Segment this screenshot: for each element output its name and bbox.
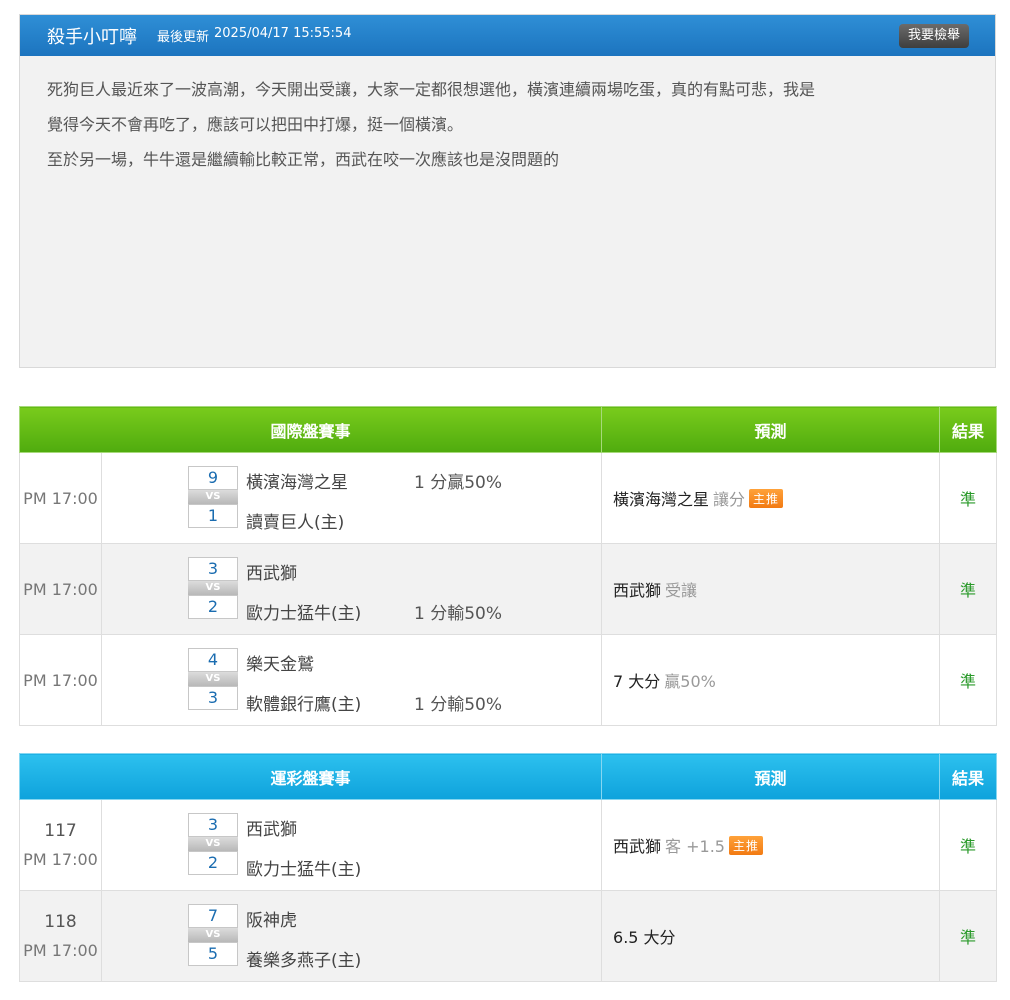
game-number: 118 xyxy=(44,912,77,932)
prediction-pick: 7 大分 xyxy=(613,672,661,691)
match-cell: 7 VS 5 阪神虎 養樂多燕子(主) xyxy=(100,890,603,982)
intl-header-pred: 預測 xyxy=(601,406,941,453)
result-label: 準 xyxy=(960,672,977,691)
report-button[interactable]: 我要檢舉 xyxy=(898,24,969,48)
post-header: 殺手小叮嚀 最後更新 2025/04/17 15:55:54 我要檢舉 xyxy=(20,15,995,56)
table-row: 117 PM 17:00 3 VS 2 西武獅 歐力士猛牛(主) 西武獅客 +1… xyxy=(19,799,998,891)
team-away: 橫濱海灣之星 xyxy=(246,473,348,493)
result-label: 準 xyxy=(960,490,977,509)
match-time: PM 17:00 xyxy=(23,941,98,960)
score-home: 2 xyxy=(188,595,238,619)
odds-home: 1 分輸50% xyxy=(414,604,503,624)
match-cell: 3 VS 2 西武獅 歐力士猛牛(主) xyxy=(100,799,603,891)
prediction-pick: 西武獅 xyxy=(613,837,662,856)
odds-home: 1 分輸50% xyxy=(414,695,503,715)
prediction-cell: 西武獅客 +1.5 主推 xyxy=(601,799,941,891)
featured-badge: 主推 xyxy=(728,836,763,855)
team-away: 西武獅 xyxy=(246,820,297,840)
vs-label: VS xyxy=(188,928,238,942)
last-updated: 最後更新 2025/04/17 15:55:54 xyxy=(157,26,351,45)
prediction-cell: 西武獅 受讓 xyxy=(601,543,941,635)
prediction-type: 受讓 xyxy=(665,581,698,600)
author-name[interactable]: 殺手小叮嚀 xyxy=(47,23,137,49)
post-line: 覺得今天不會再吃了，應該可以把田中打爆，挺一個橫濱。 xyxy=(47,115,464,134)
vs-label: VS xyxy=(188,490,238,504)
score-home: 5 xyxy=(188,942,238,966)
post-panel: 殺手小叮嚀 最後更新 2025/04/17 15:55:54 我要檢舉 死狗巨人… xyxy=(19,14,996,368)
team-home: 養樂多燕子(主) xyxy=(246,951,362,971)
team-home: 讀賣巨人(主) xyxy=(246,513,345,533)
sports-header-pred: 預測 xyxy=(601,753,941,800)
prediction-pick: 6.5 大分 xyxy=(613,928,676,947)
result-label: 準 xyxy=(960,928,977,947)
match-cell: 9 VS 1 橫濱海灣之星 讀賣巨人(主) 1 分贏50% xyxy=(100,452,603,544)
prediction-cell: 6.5 大分 xyxy=(601,890,941,982)
prediction-cell: 橫濱海灣之星 讓分 主推 xyxy=(601,452,941,544)
last-updated-label: 最後更新 xyxy=(157,30,210,45)
score-away: 3 xyxy=(188,813,238,837)
vs-label: VS xyxy=(188,581,238,595)
table-row: PM 17:00 9 VS 1 橫濱海灣之星 讀賣巨人(主) 1 分贏50% 橫… xyxy=(19,452,998,544)
prediction-type: 客 +1.5 xyxy=(665,837,725,856)
team-away: 阪神虎 xyxy=(246,911,297,931)
prediction-cell: 7 大分 贏50% xyxy=(601,634,941,726)
team-away: 西武獅 xyxy=(246,564,297,584)
team-home: 歐力士猛牛(主) xyxy=(246,604,362,624)
featured-badge: 主推 xyxy=(749,489,784,508)
score-home: 2 xyxy=(188,851,238,875)
match-time: PM 17:00 xyxy=(23,579,98,599)
prediction-pick: 西武獅 xyxy=(613,581,662,600)
match-time: PM 17:00 xyxy=(23,850,98,869)
result-label: 準 xyxy=(960,581,977,600)
intl-header-match: 國際盤賽事 xyxy=(18,406,603,453)
score-away: 9 xyxy=(188,466,238,490)
post-line: 死狗巨人最近來了一波高潮，今天開出受讓，大家一定都很想選他，橫濱連續兩場吃蛋，真… xyxy=(47,80,816,99)
intl-table: 國際盤賽事 預測 結果 PM 17:00 9 VS 1 橫濱海灣之星 讀賣巨人(… xyxy=(18,406,998,726)
result-label: 準 xyxy=(960,837,977,856)
score-home: 1 xyxy=(188,504,238,528)
sports-table: 運彩盤賽事 預測 結果 117 PM 17:00 3 VS 2 西武獅 歐力士猛… xyxy=(18,753,998,982)
odds-away: 1 分贏50% xyxy=(414,473,503,493)
table-row: PM 17:00 3 VS 2 西武獅 歐力士猛牛(主) 1 分輸50% 西武獅… xyxy=(19,543,998,635)
intl-header-result: 結果 xyxy=(939,406,998,453)
post-line: 至於另一場，牛牛還是繼續輸比較正常，西武在咬一次應該也是沒問題的 xyxy=(47,150,560,169)
last-updated-time: 2025/04/17 15:55:54 xyxy=(214,26,352,41)
prediction-pick: 橫濱海灣之星 xyxy=(613,490,710,509)
team-away: 樂天金鷲 xyxy=(246,655,314,675)
match-time: PM 17:00 xyxy=(23,670,98,690)
sports-header-result: 結果 xyxy=(939,753,998,800)
team-home: 歐力士猛牛(主) xyxy=(246,860,362,880)
team-home: 軟體銀行鷹(主) xyxy=(246,695,362,715)
sports-header-match: 運彩盤賽事 xyxy=(18,753,603,800)
table-row: 118 PM 17:00 7 VS 5 阪神虎 養樂多燕子(主) 6.5 大分 … xyxy=(19,890,998,982)
match-cell: 4 VS 3 樂天金鷲 軟體銀行鷹(主) 1 分輸50% xyxy=(100,634,603,726)
score-home: 3 xyxy=(188,686,238,710)
vs-label: VS xyxy=(188,672,238,686)
game-number: 117 xyxy=(44,821,77,841)
table-row: PM 17:00 4 VS 3 樂天金鷲 軟體銀行鷹(主) 1 分輸50% 7 … xyxy=(19,634,998,726)
match-time: PM 17:00 xyxy=(23,488,98,508)
vs-label: VS xyxy=(188,837,238,851)
score-away: 7 xyxy=(188,904,238,928)
prediction-type: 讓分 xyxy=(713,490,746,509)
post-body: 死狗巨人最近來了一波高潮，今天開出受讓，大家一定都很想選他，橫濱連續兩場吃蛋，真… xyxy=(20,56,995,177)
score-away: 4 xyxy=(188,648,238,672)
prediction-type: 贏50% xyxy=(664,672,716,691)
score-away: 3 xyxy=(188,557,238,581)
match-cell: 3 VS 2 西武獅 歐力士猛牛(主) 1 分輸50% xyxy=(100,543,603,635)
